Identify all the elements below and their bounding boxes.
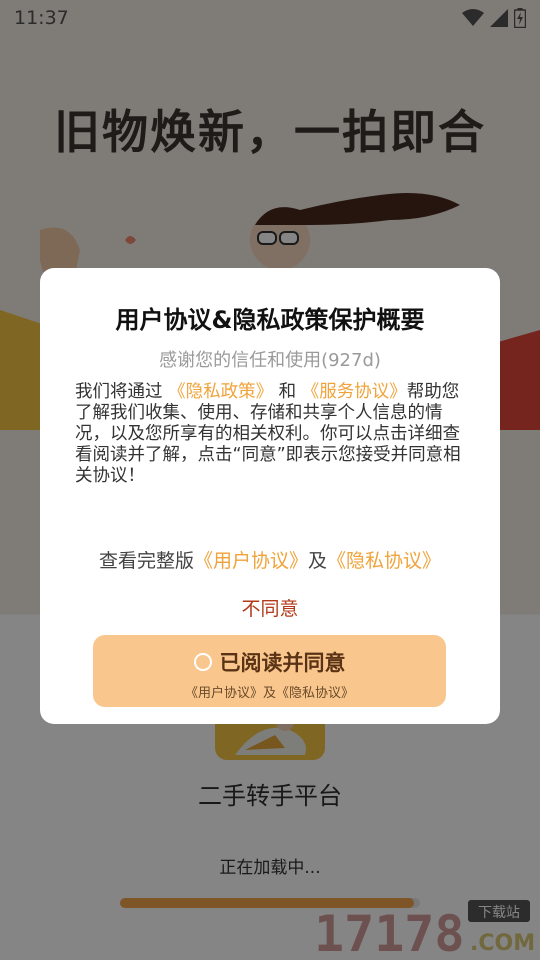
dialog-body: 我们将通过 《隐私政策》 和 《服务协议》帮助您了解我们收集、使用、存储和共享个… [75, 382, 465, 487]
agree-button[interactable]: 已阅读并同意 《用户协议》及《隐私协议》 [93, 635, 446, 707]
disagree-button[interactable]: 不同意 [40, 594, 500, 621]
status-icons [462, 8, 526, 28]
privacy-agreement-link[interactable]: 《隐私协议》 [327, 550, 441, 572]
full-version-prefix: 查看完整版 [98, 550, 194, 572]
dialog-title: 用户协议&隐私政策保护概要 [115, 306, 425, 334]
wifi-icon [462, 9, 484, 26]
privacy-policy-link[interactable]: 《隐私政策》 [168, 382, 273, 402]
agree-sublabel: 《用户协议》及《隐私协议》 [184, 686, 354, 701]
battery-icon [514, 8, 526, 28]
full-version-and: 及 [308, 550, 328, 572]
status-bar: 11:37 [0, 0, 540, 36]
user-agreement-link[interactable]: 《用户协议》 [194, 550, 308, 572]
service-agreement-link[interactable]: 《服务协议》 [302, 382, 407, 402]
loading-spinner-icon [193, 653, 212, 671]
body-and: 和 [278, 382, 297, 402]
full-version-line: 查看完整版《用户协议》及《隐私协议》 [40, 546, 500, 573]
dialog-subtitle: 感谢您的信任和使用(927d) [159, 350, 381, 371]
agree-label: 已阅读并同意 [219, 651, 346, 675]
body-prefix: 我们将通过 [75, 382, 163, 402]
privacy-dialog: 用户协议&隐私政策保护概要 感谢您的信任和使用(927d) 我们将通过 《隐私政… [40, 268, 500, 724]
status-time: 11:37 [14, 7, 69, 29]
agree-button-main: 已阅读并同意 [93, 647, 446, 677]
cellular-signal-icon [490, 9, 508, 27]
